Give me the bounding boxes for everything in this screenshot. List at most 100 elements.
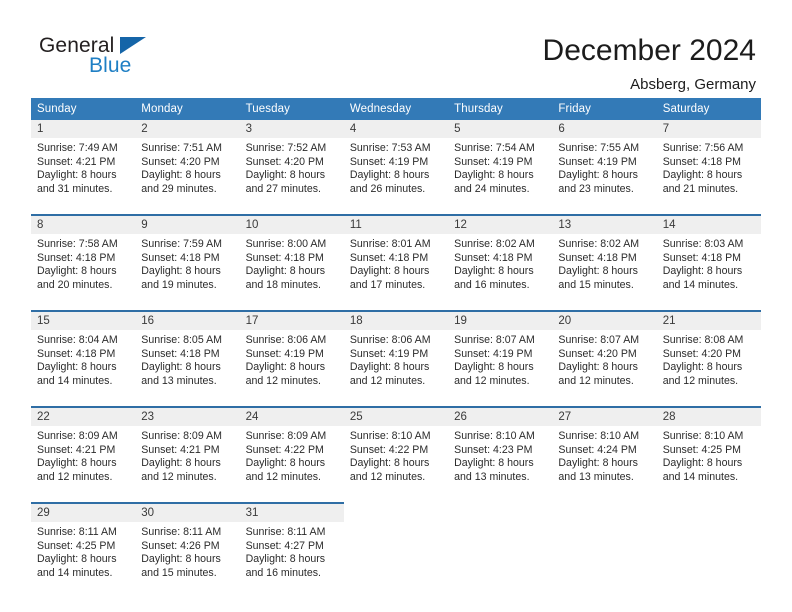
day-number-cell[interactable]: 6 xyxy=(552,120,657,138)
day-detail-cell[interactable]: Sunrise: 7:51 AM Sunset: 4:20 PM Daylight:… xyxy=(135,138,240,215)
day-number-cell[interactable]: 21 xyxy=(656,310,761,330)
day-detail-cell[interactable]: Sunrise: 8:02 AM Sunset: 4:18 PM Daylight:… xyxy=(552,234,657,311)
daylight-text-line2: and 24 minutes. xyxy=(454,182,530,195)
sunrise-text: Sunrise: 8:11 AM xyxy=(141,526,222,538)
week-datenum-row: 22 23 24 25 26 27 28 xyxy=(31,406,761,426)
sunset-text: Sunset: 4:18 PM xyxy=(454,251,533,264)
daylight-text-line1: Daylight: 8 hours xyxy=(454,169,534,182)
day-detail-cell[interactable]: Sunrise: 7:49 AM Sunset: 4:21 PM Daylight:… xyxy=(31,138,136,215)
sunrise-text: Sunrise: 8:02 AM xyxy=(558,238,640,250)
day-detail-cell[interactable]: Sunrise: 8:10 AM Sunset: 4:22 PM Daylight:… xyxy=(343,426,449,503)
daylight-text-line2: and 12 minutes. xyxy=(662,374,739,387)
day-detail-cell[interactable]: Sunrise: 8:10 AM Sunset: 4:25 PM Daylight:… xyxy=(656,426,761,503)
day-detail-cell[interactable]: Sunrise: 8:00 AM Sunset: 4:18 PM Daylight:… xyxy=(239,234,344,311)
day-number-cell[interactable]: 8 xyxy=(31,214,136,234)
day-detail-cell[interactable]: Sunrise: 7:55 AM Sunset: 4:19 PM Daylight:… xyxy=(552,138,657,215)
day-detail-cell[interactable]: Sunrise: 8:07 AM Sunset: 4:19 PM Daylight:… xyxy=(448,330,553,407)
day-detail-cell[interactable]: Sunrise: 8:06 AM Sunset: 4:19 PM Daylight:… xyxy=(343,330,449,407)
daylight-text-line1: Daylight: 8 hours xyxy=(245,553,326,566)
day-detail-cell[interactable]: Sunrise: 8:03 AM Sunset: 4:18 PM Daylight:… xyxy=(656,234,761,311)
day-number-cell[interactable]: 15 xyxy=(31,310,136,330)
sunrise-text: Sunrise: 7:49 AM xyxy=(37,142,118,154)
day-detail-cell[interactable]: Sunrise: 8:06 AM Sunset: 4:19 PM Daylight:… xyxy=(239,330,344,407)
day-detail-cell[interactable]: Sunrise: 8:11 AM Sunset: 4:26 PM Daylight:… xyxy=(135,522,240,598)
day-number-cell[interactable]: 28 xyxy=(656,406,761,426)
day-detail-cell[interactable]: Sunrise: 8:09 AM Sunset: 4:22 PM Daylight:… xyxy=(239,426,344,503)
day-number-cell[interactable]: 5 xyxy=(448,120,553,138)
day-detail-cell[interactable]: Sunrise: 8:11 AM Sunset: 4:25 PM Daylight:… xyxy=(31,522,136,598)
day-number-cell[interactable]: 9 xyxy=(135,214,240,234)
day-number-cell[interactable]: 3 xyxy=(239,120,344,138)
day-number-cell[interactable]: 13 xyxy=(552,214,657,234)
day-number-cell[interactable]: 29 xyxy=(31,502,136,522)
daylight-text-line1: Daylight: 8 hours xyxy=(245,361,326,374)
day-number-cell[interactable]: 4 xyxy=(343,120,449,138)
week-info-row: Sunrise: 7:58 AM Sunset: 4:18 PM Daylight:… xyxy=(31,234,761,311)
day-detail-cell[interactable]: Sunrise: 7:58 AM Sunset: 4:18 PM Daylight:… xyxy=(31,234,136,311)
day-number-cell[interactable]: 24 xyxy=(239,406,344,426)
day-number-cell[interactable]: 1 xyxy=(31,120,136,138)
day-number-cell[interactable]: 10 xyxy=(239,214,344,234)
day-detail-cell[interactable]: Sunrise: 8:10 AM Sunset: 4:23 PM Daylight:… xyxy=(448,426,553,503)
day-number-cell[interactable]: 20 xyxy=(552,310,657,330)
sunrise-text: Sunrise: 8:10 AM xyxy=(349,430,431,442)
daylight-text-line2: and 12 minutes. xyxy=(349,470,426,483)
day-number-cell[interactable]: 11 xyxy=(343,214,449,234)
sunrise-text: Sunrise: 7:59 AM xyxy=(141,238,222,250)
week-info-row: Sunrise: 8:09 AM Sunset: 4:21 PM Daylight:… xyxy=(31,426,761,503)
weekday-header-tuesday: Tuesday xyxy=(239,98,344,120)
daylight-text-line1: Daylight: 8 hours xyxy=(454,361,534,374)
day-detail-cell[interactable]: Sunrise: 8:09 AM Sunset: 4:21 PM Daylight:… xyxy=(135,426,240,503)
day-detail-cell[interactable]: Sunrise: 8:08 AM Sunset: 4:20 PM Daylight:… xyxy=(656,330,761,407)
day-detail-cell[interactable]: Sunrise: 7:59 AM Sunset: 4:18 PM Daylight:… xyxy=(135,234,240,311)
sunset-text: Sunset: 4:18 PM xyxy=(662,251,742,264)
daylight-text-line2: and 13 minutes. xyxy=(454,470,530,483)
general-blue-logo[interactable]: General Blue xyxy=(31,32,231,88)
day-detail-cell[interactable]: Sunrise: 8:10 AM Sunset: 4:24 PM Daylight:… xyxy=(552,426,657,503)
day-detail-cell[interactable]: Sunrise: 8:04 AM Sunset: 4:18 PM Daylight:… xyxy=(31,330,136,407)
day-detail-cell[interactable]: Sunrise: 8:09 AM Sunset: 4:21 PM Daylight:… xyxy=(31,426,136,503)
sunset-text: Sunset: 4:25 PM xyxy=(37,539,116,552)
sunset-text: Sunset: 4:18 PM xyxy=(37,347,116,360)
day-number-cell[interactable]: 14 xyxy=(656,214,761,234)
daylight-text-line1: Daylight: 8 hours xyxy=(37,553,117,566)
daylight-text-line2: and 18 minutes. xyxy=(245,278,321,291)
day-number-cell[interactable]: 17 xyxy=(239,310,344,330)
day-number-cell[interactable]: 16 xyxy=(135,310,240,330)
daylight-text-line1: Daylight: 8 hours xyxy=(141,457,221,470)
day-detail-cell[interactable]: Sunrise: 8:01 AM Sunset: 4:18 PM Daylight:… xyxy=(343,234,449,311)
sunrise-text: Sunrise: 8:05 AM xyxy=(141,334,222,346)
daylight-text-line2: and 27 minutes. xyxy=(245,182,321,195)
daylight-text-line2: and 12 minutes. xyxy=(245,374,321,387)
day-detail-cell[interactable]: Sunrise: 8:11 AM Sunset: 4:27 PM Daylight:… xyxy=(239,522,344,598)
day-number-cell[interactable]: 30 xyxy=(135,502,240,522)
day-number-cell[interactable]: 27 xyxy=(552,406,657,426)
daylight-text-line2: and 31 minutes. xyxy=(37,182,113,195)
weekday-header-monday: Monday xyxy=(135,98,240,120)
day-number-cell[interactable]: 12 xyxy=(448,214,553,234)
day-detail-cell[interactable]: Sunrise: 7:53 AM Sunset: 4:19 PM Daylight:… xyxy=(343,138,449,215)
week-info-row: Sunrise: 8:11 AM Sunset: 4:25 PM Daylight:… xyxy=(31,522,761,598)
day-detail-cell[interactable]: Sunrise: 7:52 AM Sunset: 4:20 PM Daylight:… xyxy=(239,138,344,215)
day-number-cell[interactable]: 2 xyxy=(135,120,240,138)
day-detail-cell[interactable]: Sunrise: 8:05 AM Sunset: 4:18 PM Daylight:… xyxy=(135,330,240,407)
day-number-cell[interactable]: 7 xyxy=(656,120,761,138)
daylight-text-line1: Daylight: 8 hours xyxy=(37,457,117,470)
day-number-cell[interactable]: 25 xyxy=(343,406,449,426)
weekday-header-friday: Friday xyxy=(552,98,657,120)
daylight-text-line1: Daylight: 8 hours xyxy=(37,361,117,374)
day-detail-cell[interactable]: Sunrise: 8:02 AM Sunset: 4:18 PM Daylight:… xyxy=(448,234,553,311)
day-detail-cell[interactable]: Sunrise: 7:54 AM Sunset: 4:19 PM Daylight:… xyxy=(448,138,553,215)
sunset-text: Sunset: 4:23 PM xyxy=(454,443,533,456)
day-number-cell[interactable]: 26 xyxy=(448,406,553,426)
day-detail-cell[interactable]: Sunrise: 7:56 AM Sunset: 4:18 PM Daylight:… xyxy=(656,138,761,215)
daylight-text-line2: and 12 minutes. xyxy=(245,470,321,483)
day-number-cell[interactable]: 31 xyxy=(239,502,344,522)
sunrise-text: Sunrise: 8:07 AM xyxy=(454,334,535,346)
day-number-cell[interactable]: 23 xyxy=(135,406,240,426)
weekday-header-thursday: Thursday xyxy=(448,98,553,120)
day-detail-cell[interactable]: Sunrise: 8:07 AM Sunset: 4:20 PM Daylight:… xyxy=(552,330,657,407)
day-number-cell[interactable]: 18 xyxy=(343,310,449,330)
day-number-cell[interactable]: 22 xyxy=(31,406,136,426)
day-number-cell[interactable]: 19 xyxy=(448,310,553,330)
